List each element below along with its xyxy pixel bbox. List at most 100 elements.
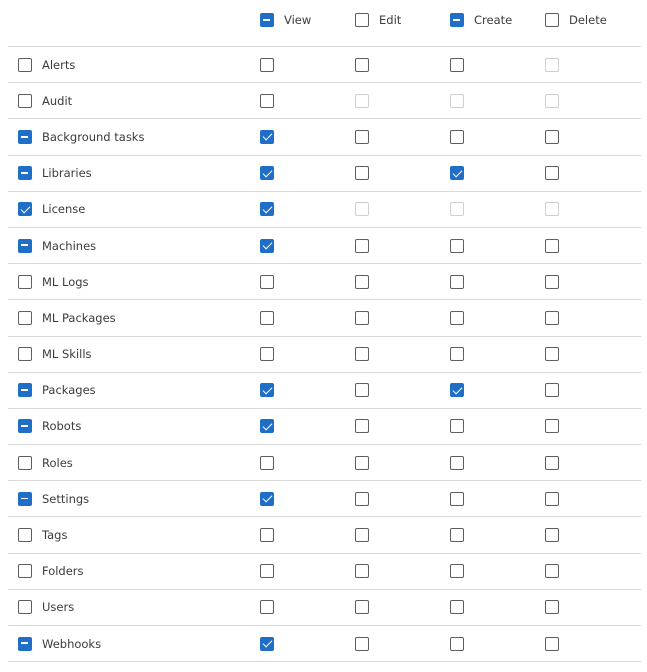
delete-permission-checkbox[interactable] bbox=[545, 600, 559, 615]
row-select-cell[interactable]: Alerts bbox=[18, 57, 75, 72]
view-permission-checkbox[interactable] bbox=[260, 636, 274, 651]
header-delete[interactable]: Delete bbox=[545, 13, 607, 27]
edit-permission-checkbox[interactable] bbox=[355, 564, 369, 579]
row-select-cell[interactable]: Audit bbox=[18, 93, 72, 108]
view-permission-checkbox[interactable] bbox=[260, 166, 274, 181]
create-permission-checkbox[interactable] bbox=[450, 310, 464, 325]
delete-permission-checkbox[interactable] bbox=[545, 564, 559, 579]
view-permission-checkbox[interactable] bbox=[260, 528, 274, 543]
view-permission-checkbox[interactable] bbox=[260, 57, 274, 72]
view-permission-checkbox[interactable] bbox=[260, 491, 274, 506]
delete-permission-checkbox[interactable] bbox=[545, 129, 559, 144]
row-select-cell[interactable]: Background tasks bbox=[18, 129, 144, 144]
edit-permission-checkbox[interactable] bbox=[355, 419, 369, 434]
edit-permission-checkbox[interactable] bbox=[355, 347, 369, 362]
create-permission-checkbox[interactable] bbox=[450, 636, 464, 651]
edit-permission-checkbox[interactable] bbox=[355, 310, 369, 325]
row-select-checkbox[interactable] bbox=[18, 491, 32, 506]
header-view[interactable]: View bbox=[260, 13, 311, 27]
edit-permission-checkbox[interactable] bbox=[355, 491, 369, 506]
edit-permission-checkbox[interactable] bbox=[355, 57, 369, 72]
create-permission-checkbox[interactable] bbox=[450, 383, 464, 398]
delete-permission-checkbox[interactable] bbox=[545, 238, 559, 253]
create-permission-checkbox[interactable] bbox=[450, 166, 464, 181]
row-select-checkbox[interactable] bbox=[18, 383, 32, 398]
row-select-cell[interactable]: Roles bbox=[18, 455, 73, 470]
view-permission-checkbox[interactable] bbox=[260, 383, 274, 398]
row-select-cell[interactable]: Settings bbox=[18, 491, 89, 506]
row-select-checkbox[interactable] bbox=[18, 455, 32, 470]
edit-all-checkbox[interactable] bbox=[355, 13, 369, 27]
delete-permission-checkbox[interactable] bbox=[545, 636, 559, 651]
create-permission-checkbox[interactable] bbox=[450, 129, 464, 144]
row-select-checkbox[interactable] bbox=[18, 129, 32, 144]
row-select-cell[interactable]: ML Logs bbox=[18, 274, 89, 289]
row-select-cell[interactable]: ML Skills bbox=[18, 347, 92, 362]
edit-permission-checkbox[interactable] bbox=[355, 129, 369, 144]
row-select-checkbox[interactable] bbox=[18, 238, 32, 253]
edit-permission-checkbox[interactable] bbox=[355, 528, 369, 543]
row-select-checkbox[interactable] bbox=[18, 600, 32, 615]
row-select-cell[interactable]: Robots bbox=[18, 419, 81, 434]
create-permission-checkbox[interactable] bbox=[450, 491, 464, 506]
row-select-checkbox[interactable] bbox=[18, 528, 32, 543]
edit-permission-checkbox[interactable] bbox=[355, 600, 369, 615]
view-permission-checkbox[interactable] bbox=[260, 129, 274, 144]
edit-permission-checkbox[interactable] bbox=[355, 383, 369, 398]
create-permission-checkbox[interactable] bbox=[450, 419, 464, 434]
edit-permission-checkbox[interactable] bbox=[355, 636, 369, 651]
view-all-checkbox[interactable] bbox=[260, 13, 274, 27]
view-permission-checkbox[interactable] bbox=[260, 600, 274, 615]
create-permission-checkbox[interactable] bbox=[450, 238, 464, 253]
delete-permission-checkbox[interactable] bbox=[545, 274, 559, 289]
row-select-cell[interactable]: Tags bbox=[18, 528, 67, 543]
edit-permission-checkbox[interactable] bbox=[355, 238, 369, 253]
view-permission-checkbox[interactable] bbox=[260, 455, 274, 470]
delete-permission-checkbox[interactable] bbox=[545, 491, 559, 506]
view-permission-checkbox[interactable] bbox=[260, 310, 274, 325]
create-permission-checkbox[interactable] bbox=[450, 455, 464, 470]
create-permission-checkbox[interactable] bbox=[450, 274, 464, 289]
view-permission-checkbox[interactable] bbox=[260, 419, 274, 434]
row-select-checkbox[interactable] bbox=[18, 419, 32, 434]
row-select-checkbox[interactable] bbox=[18, 57, 32, 72]
delete-permission-checkbox[interactable] bbox=[545, 455, 559, 470]
delete-permission-checkbox[interactable] bbox=[545, 383, 559, 398]
row-select-cell[interactable]: Webhooks bbox=[18, 636, 101, 651]
row-select-cell[interactable]: Packages bbox=[18, 383, 96, 398]
edit-permission-checkbox[interactable] bbox=[355, 455, 369, 470]
create-all-checkbox[interactable] bbox=[450, 13, 464, 27]
header-create[interactable]: Create bbox=[450, 13, 512, 27]
delete-all-checkbox[interactable] bbox=[545, 13, 559, 27]
row-select-checkbox[interactable] bbox=[18, 636, 32, 651]
create-permission-checkbox[interactable] bbox=[450, 564, 464, 579]
row-select-checkbox[interactable] bbox=[18, 564, 32, 579]
view-permission-checkbox[interactable] bbox=[260, 238, 274, 253]
row-select-cell[interactable]: Users bbox=[18, 600, 74, 615]
row-select-cell[interactable]: License bbox=[18, 202, 85, 217]
delete-permission-checkbox[interactable] bbox=[545, 166, 559, 181]
edit-permission-checkbox[interactable] bbox=[355, 274, 369, 289]
row-select-checkbox[interactable] bbox=[18, 310, 32, 325]
delete-permission-checkbox[interactable] bbox=[545, 419, 559, 434]
view-permission-checkbox[interactable] bbox=[260, 93, 274, 108]
view-permission-checkbox[interactable] bbox=[260, 564, 274, 579]
delete-permission-checkbox[interactable] bbox=[545, 310, 559, 325]
row-select-checkbox[interactable] bbox=[18, 202, 32, 217]
row-select-checkbox[interactable] bbox=[18, 166, 32, 181]
view-permission-checkbox[interactable] bbox=[260, 274, 274, 289]
create-permission-checkbox[interactable] bbox=[450, 528, 464, 543]
row-select-cell[interactable]: Machines bbox=[18, 238, 96, 253]
row-select-checkbox[interactable] bbox=[18, 274, 32, 289]
row-select-checkbox[interactable] bbox=[18, 93, 32, 108]
view-permission-checkbox[interactable] bbox=[260, 347, 274, 362]
row-select-checkbox[interactable] bbox=[18, 347, 32, 362]
row-select-cell[interactable]: Folders bbox=[18, 564, 84, 579]
row-select-cell[interactable]: ML Packages bbox=[18, 310, 116, 325]
create-permission-checkbox[interactable] bbox=[450, 57, 464, 72]
header-edit[interactable]: Edit bbox=[355, 13, 401, 27]
create-permission-checkbox[interactable] bbox=[450, 600, 464, 615]
delete-permission-checkbox[interactable] bbox=[545, 347, 559, 362]
delete-permission-checkbox[interactable] bbox=[545, 528, 559, 543]
create-permission-checkbox[interactable] bbox=[450, 347, 464, 362]
